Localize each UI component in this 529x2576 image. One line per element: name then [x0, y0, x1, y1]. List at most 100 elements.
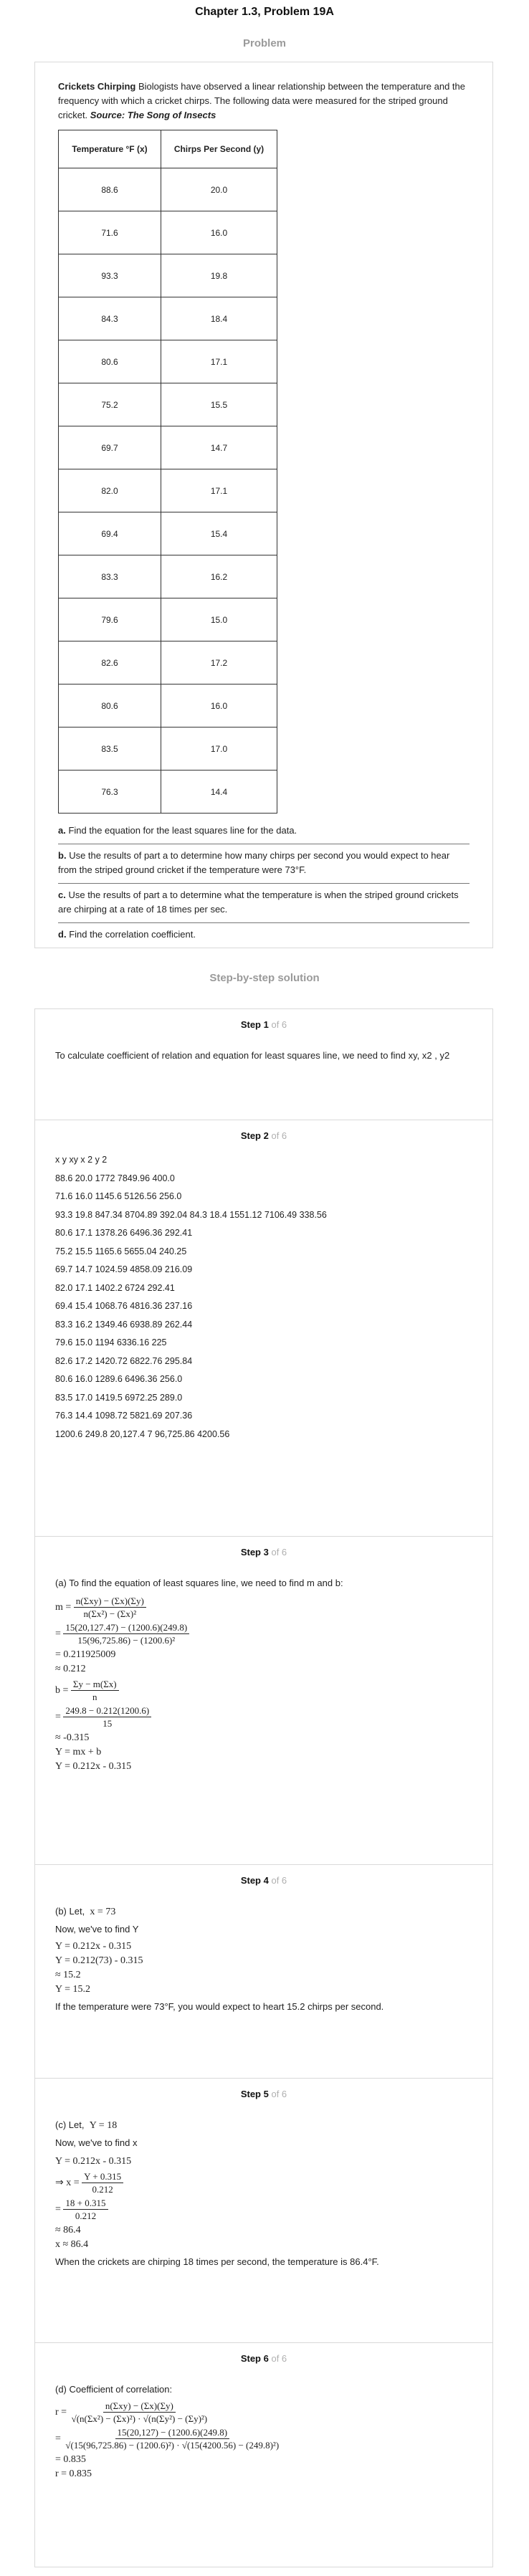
problem-intro: Crickets Chirping Biologists have observ…	[58, 80, 470, 123]
b-substitution: = 249.8 − 0.212(1200.6) 15	[55, 1704, 472, 1730]
step-2-card: Step 2 of 6 x y xy x 2 y 2 88.6 20.0 1772…	[34, 1120, 493, 1537]
temperature-cell: 82.0	[58, 469, 161, 512]
step-5-let: (c) Let, Y = 18	[55, 2118, 472, 2133]
temperature-cell: 80.6	[58, 684, 161, 728]
step-4-intro: (b) Let,	[55, 1906, 85, 1917]
table-line: 75.2 15.5 1165.6 5655.04 240.25	[55, 1246, 187, 1256]
chirps-cell: 18.4	[161, 297, 277, 340]
step-3-header: Step 3 of 6	[55, 1547, 472, 1557]
step-4-find: Now, we've to find Y	[55, 1924, 139, 1935]
chirps-cell: 17.1	[161, 469, 277, 512]
temperature-cell: 82.6	[58, 641, 161, 684]
temperature-cell: 69.4	[58, 512, 161, 555]
r-sub-num: 15(20,127) − (1200.6)(249.8)	[115, 2426, 230, 2439]
step-1-header: Step 1 of 6	[55, 1019, 472, 1030]
b-den: n	[92, 1692, 97, 1702]
step-1-label: Step 1	[240, 1019, 269, 1030]
x-num: Y + 0.315	[82, 2170, 124, 2183]
calc-line: ≈ 15.2	[55, 1970, 81, 1980]
m-sub-den: 15(96,725.86) − (1200.6)²	[77, 1635, 176, 1646]
chirps-cell: 15.5	[161, 383, 277, 426]
m-num: n(Σxy) − (Σx)(Σy)	[73, 1595, 146, 1608]
step-4-conclusion: If the temperature were 73°F, you would …	[55, 2001, 384, 2012]
m-value: = 0.211925009	[55, 1649, 116, 1660]
table-row: 80.6 16.0	[58, 684, 277, 728]
table-line: 82.0 17.1 1402.2 6724 292.41	[55, 1282, 175, 1293]
m-den: n(Σx²) − (Σx)²	[83, 1608, 137, 1619]
question-label: c.	[58, 889, 66, 900]
x-solve: ⇒ x = Y + 0.315 0.212	[55, 2170, 472, 2195]
step-3-intro: (a) To find the equation of least square…	[55, 1578, 343, 1588]
table-line: 71.6 16.0 1145.6 5126.56 256.0	[55, 1191, 182, 1201]
question-text: Find the correlation coefficient.	[69, 929, 196, 940]
step-2-header: Step 2 of 6	[55, 1130, 472, 1141]
table-row: 83.3 16.2	[58, 555, 277, 598]
table-row: 80.6 17.1	[58, 340, 277, 383]
step-5-header: Step 5 of 6	[55, 2089, 472, 2099]
question-d: d. Find the correlation coefficient.	[58, 922, 470, 948]
chirps-cell: 16.0	[161, 684, 277, 728]
temperature-cell: 88.6	[58, 168, 161, 211]
question-label: d.	[58, 929, 67, 940]
table-row: 76.3 14.4	[58, 770, 277, 814]
table-row: 69.4 15.4	[58, 512, 277, 555]
r-result: r = 0.835	[55, 2468, 92, 2479]
question-label: b.	[58, 850, 67, 861]
r-num: n(Σxy) − (Σx)(Σy)	[103, 2400, 176, 2413]
chirps-cell: 15.0	[161, 598, 277, 641]
step-4-let: (b) Let, x = 73	[55, 1904, 472, 1919]
step-5-conclusion: When the crickets are chirping 18 times …	[55, 2256, 379, 2267]
m-substitution: = 15(20,127.47) − (1200.6)(249.8) 15(96,7…	[55, 1621, 472, 1646]
chirps-cell: 16.0	[161, 211, 277, 254]
line-result: Y = 0.212x - 0.315	[55, 1761, 132, 1772]
step-1-card: Step 1 of 6 To calculate coefficient of …	[34, 1008, 493, 1120]
b-num: Σy − m(Σx)	[70, 1678, 119, 1691]
chirps-cell: 15.4	[161, 512, 277, 555]
question-label: a.	[58, 825, 66, 836]
table-header-chirps: Chirps Per Second (y)	[161, 130, 277, 168]
step-2-of: of 6	[271, 1130, 287, 1141]
b-sub-num: 249.8 − 0.212(1200.6)	[63, 1704, 152, 1717]
problem-heading: Problem	[242, 37, 286, 49]
table-line: 76.3 14.4 1098.72 5821.69 207.36	[55, 1411, 193, 1421]
temperature-cell: 79.6	[58, 598, 161, 641]
temperature-cell: 75.2	[58, 383, 161, 426]
step-1-of: of 6	[271, 1019, 287, 1030]
table-line: 80.6 17.1 1378.26 6496.36 292.41	[55, 1228, 193, 1238]
table-line: 83.5 17.0 1419.5 6972.25 289.0	[55, 1392, 183, 1403]
table-row: 84.3 18.4	[58, 297, 277, 340]
temperature-cell: 84.3	[58, 297, 161, 340]
step-2-label: Step 2	[240, 1130, 269, 1141]
step-4-lines: Y = 0.212x - 0.315 Y = 0.212(73) - 0.315 ≈…	[55, 1940, 472, 1997]
chirps-cell: 17.0	[161, 727, 277, 771]
step-4-let-value: x = 73	[90, 1907, 116, 1917]
temperature-cell: 71.6	[58, 211, 161, 254]
r-den: √(n(Σx²) − (Σx)²) · √(n(Σy²) − (Σy)²)	[71, 2413, 208, 2424]
step-3-of: of 6	[271, 1547, 287, 1557]
step-5-of: of 6	[271, 2089, 287, 2099]
step-2-table: x y xy x 2 y 2 88.6 20.0 1772 7849.96 400…	[55, 1151, 472, 1444]
table-line: 93.3 19.8 847.34 8704.89 392.04 84.3 18.…	[55, 1209, 327, 1220]
x-den: 0.212	[92, 2184, 113, 2195]
problem-card: Crickets Chirping Biologists have observ…	[34, 62, 493, 948]
r-formula: r = n(Σxy) − (Σx)(Σy) √(n(Σx²) − (Σx)²) ·…	[55, 2400, 472, 2425]
table-line: x y xy x 2 y 2	[55, 1155, 108, 1165]
b-formula: b = Σy − m(Σx) n	[55, 1678, 472, 1703]
m-rounded: ≈ 0.212	[55, 1664, 86, 1674]
step-6-intro: (d) Coefficient of correlation:	[55, 2384, 173, 2395]
step-5-find: Now, we've to find x	[55, 2137, 138, 2148]
x-substitution: = 18 + 0.315 0.212	[55, 2197, 472, 2222]
m-formula: m = n(Σxy) − (Σx)(Σy) n(Σx²) − (Σx)²	[55, 1595, 472, 1620]
question-a: a. Find the equation for the least squar…	[58, 819, 470, 844]
step-6-header: Step 6 of 6	[55, 2353, 472, 2364]
table-line: 88.6 20.0 1772 7849.96 400.0	[55, 1173, 175, 1183]
chirps-cell: 20.0	[161, 168, 277, 211]
table-row: 83.5 17.0	[58, 727, 277, 771]
table-row: 82.6 17.2	[58, 641, 277, 684]
step-4-card: Step 4 of 6 (b) Let, x = 73 Now, we've t…	[34, 1864, 493, 2079]
step-5-intro: (c) Let,	[55, 2119, 85, 2130]
table-line: 83.3 16.2 1349.46 6938.89 262.44	[55, 1319, 193, 1330]
step-5-card: Step 5 of 6 (c) Let, Y = 18 Now, we've t…	[34, 2078, 493, 2343]
calc-line: Y = 0.212x - 0.315	[55, 1941, 132, 1952]
temperature-cell: 83.5	[58, 727, 161, 771]
